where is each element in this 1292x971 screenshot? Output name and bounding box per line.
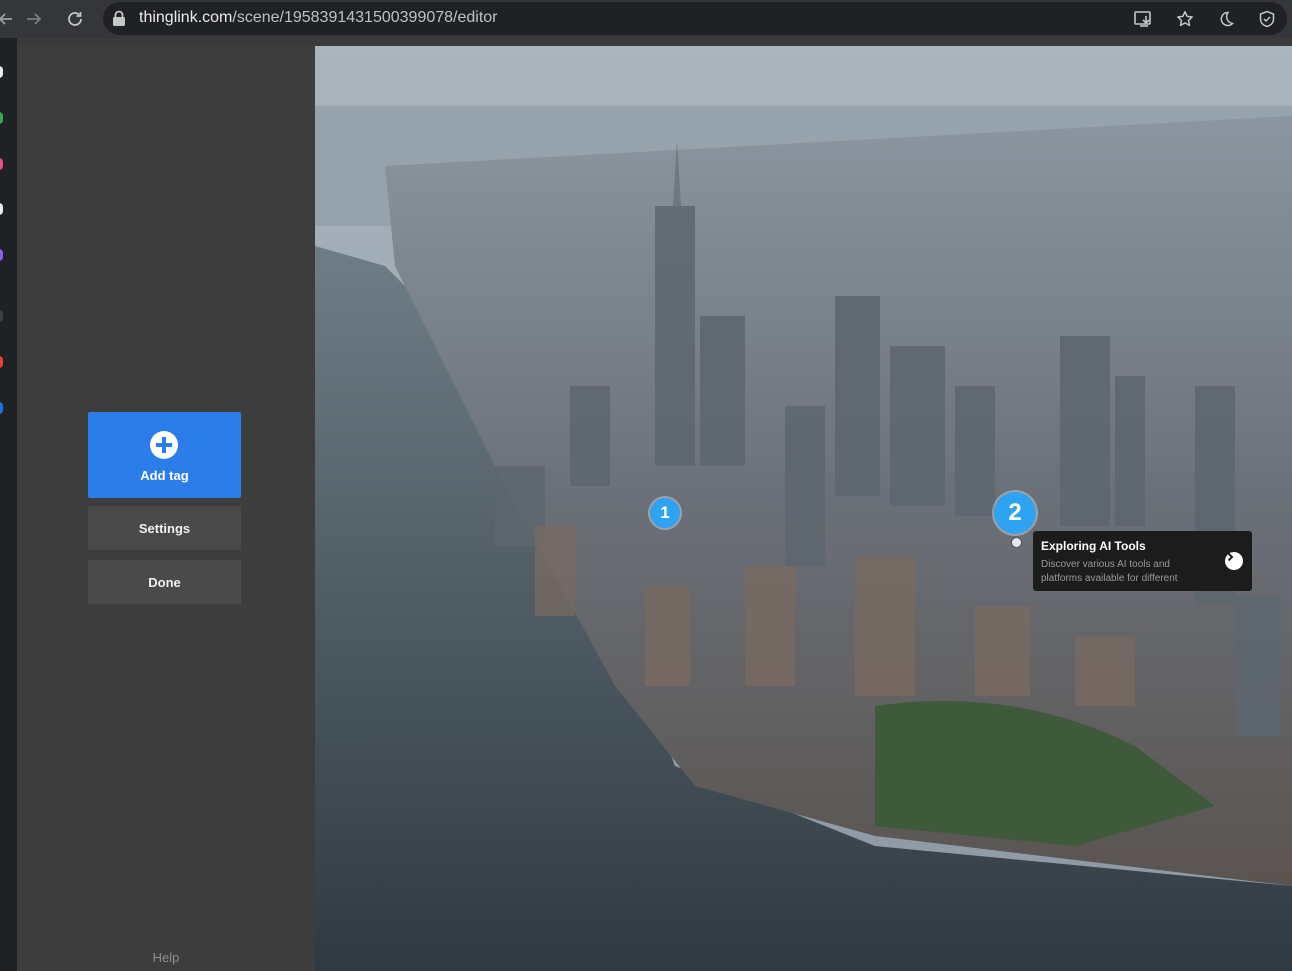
back-arrow-icon[interactable]	[0, 7, 18, 31]
tooltip-description: Discover various AI tools and platforms …	[1041, 559, 1178, 584]
extension-icon[interactable]	[0, 402, 3, 414]
tag-preview-tooltip[interactable]: Exploring AI Tools Discover various AI t…	[1033, 531, 1252, 591]
help-link[interactable]: Help	[17, 950, 315, 965]
hotspot-1[interactable]: 1	[650, 498, 680, 528]
install-icon[interactable]	[1133, 8, 1155, 30]
dark-mode-icon[interactable]	[1215, 8, 1237, 30]
city-aerial-image	[315, 46, 1292, 971]
browser-side-panel	[0, 38, 17, 971]
chevron-right-icon[interactable]	[1225, 552, 1243, 570]
browser-toolbar: thinglink.com/scene/1958391431500399078/…	[0, 0, 1292, 38]
add-tag-button[interactable]: Add tag	[88, 412, 241, 498]
extension-icon[interactable]	[0, 249, 3, 261]
url-text: thinglink.com/scene/1958391431500399078/…	[139, 9, 498, 26]
plus-circle-icon	[150, 431, 178, 459]
add-tag-label: Add tag	[140, 468, 189, 483]
editor-sidebar: Add tag Settings Done Help	[17, 46, 315, 971]
extension-icon[interactable]	[0, 356, 3, 368]
tag-anchor-handle[interactable]	[1011, 537, 1022, 548]
extension-icon[interactable]	[0, 158, 3, 170]
address-bar[interactable]: thinglink.com/scene/1958391431500399078/…	[103, 2, 1287, 35]
star-icon[interactable]	[1174, 8, 1196, 30]
reload-icon[interactable]	[63, 7, 87, 31]
settings-button[interactable]: Settings	[88, 506, 241, 550]
extension-icon[interactable]	[0, 203, 3, 215]
scene-canvas[interactable]: 1 2 Exploring AI Tools Discover various …	[315, 46, 1292, 971]
extension-icon[interactable]	[0, 112, 3, 124]
tooltip-title: Exploring AI Tools	[1041, 539, 1146, 553]
lock-icon[interactable]	[112, 10, 126, 32]
extension-icon[interactable]	[0, 310, 3, 322]
shield-icon[interactable]	[1256, 8, 1278, 30]
extension-icon[interactable]	[0, 66, 3, 78]
forward-arrow-icon[interactable]	[22, 7, 46, 31]
done-button[interactable]: Done	[88, 560, 241, 604]
hotspot-2[interactable]: 2	[994, 492, 1036, 534]
